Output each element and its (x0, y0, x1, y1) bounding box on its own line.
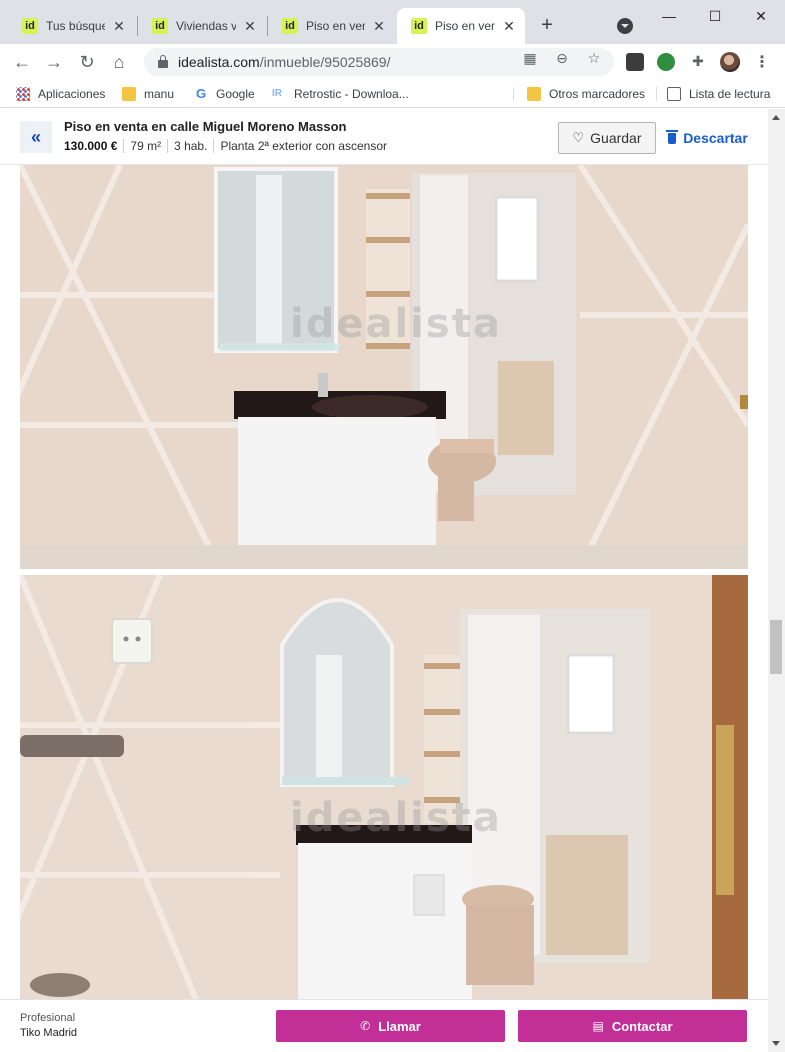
bookmark-divider (513, 87, 514, 101)
extensions-puzzle-icon[interactable]: ✚ (690, 53, 706, 69)
phone-icon: ✆ (360, 1019, 371, 1033)
spec-divider (167, 139, 169, 153)
browser-tab[interactable]: id Viviendas ve ✕ (138, 8, 266, 44)
tab-title: Viviendas ve (176, 19, 236, 33)
lock-icon[interactable] (158, 55, 168, 68)
save-label: Guardar (590, 130, 642, 146)
extension-icon[interactable] (657, 53, 675, 71)
close-tab-icon[interactable]: ✕ (501, 18, 517, 34)
bathroom-photo-image (20, 165, 748, 569)
page-content: « Piso en venta en calle Miguel Moreno M… (0, 109, 768, 1052)
scrollbar-thumb[interactable] (770, 620, 782, 674)
bookmarks-bar: Aplicaciones manu G Google IR Retrostic … (0, 80, 785, 108)
spec-divider (213, 139, 215, 153)
home-icon[interactable]: ⌂ (107, 50, 131, 74)
idealista-favicon-icon: id (411, 18, 427, 34)
close-tab-icon[interactable]: ✕ (111, 18, 127, 34)
listing-header: « Piso en venta en calle Miguel Moreno M… (0, 109, 768, 165)
discard-label: Descartar (683, 130, 748, 146)
close-tab-icon[interactable]: ✕ (242, 18, 258, 34)
qr-code-icon[interactable]: ▦ (522, 50, 538, 66)
close-tab-icon[interactable]: ✕ (371, 18, 387, 34)
bookmark-label: Otros marcadores (549, 87, 646, 101)
heart-icon: ♡ (572, 130, 585, 145)
browser-toolbar: ← → ↻ ⌂ idealista.com/inmueble/95025869/… (0, 44, 785, 80)
browser-tab[interactable]: id Tus búsqued ✕ (8, 8, 135, 44)
minimize-icon[interactable]: — (646, 4, 692, 28)
page-scrollbar[interactable] (768, 109, 785, 1052)
discard-button[interactable]: Descartar (666, 122, 750, 154)
browser-tab[interactable]: id Piso en vent ✕ (268, 8, 395, 44)
url-text[interactable]: idealista.com/inmueble/95025869/ (178, 54, 390, 70)
reload-icon[interactable]: ↻ (75, 50, 99, 74)
bookmark-apps[interactable]: Aplicaciones (16, 86, 105, 102)
scroll-down-icon[interactable] (772, 1041, 780, 1046)
url-path: /inmueble/95025869/ (259, 54, 391, 70)
call-label: Llamar (378, 1018, 421, 1034)
maximize-icon[interactable]: ☐ (692, 4, 738, 28)
idealista-favicon-icon: id (282, 18, 298, 34)
reading-list-icon (667, 87, 681, 101)
bookmark-label: Aplicaciones (38, 87, 106, 101)
listing-photo[interactable]: idealista (20, 165, 748, 569)
listing-photo[interactable]: idealista (20, 575, 748, 1009)
listing-floor: Planta 2ª exterior con ascensor (220, 139, 387, 153)
double-chevron-left-icon: « (30, 126, 41, 147)
bookmark-retrostic[interactable]: IR Retrostic - Downloa... (272, 86, 409, 102)
bookmark-star-icon[interactable]: ☆ (586, 50, 602, 66)
save-button[interactable]: ♡ Guardar (558, 122, 656, 154)
close-window-icon[interactable]: ✕ (738, 4, 784, 28)
listing-rooms: 3 hab. (174, 139, 208, 153)
idealista-favicon-icon: id (22, 18, 38, 34)
bookmark-label: manu (144, 87, 175, 101)
bookmark-label: Lista de lectura (689, 87, 771, 101)
tab-title: Tus búsqued (46, 19, 105, 33)
address-bar[interactable]: idealista.com/inmueble/95025869/ (144, 48, 614, 76)
url-host: idealista.com (178, 54, 260, 70)
apps-grid-icon (16, 87, 30, 101)
browser-tab-active[interactable]: id Piso en vent ✕ (397, 8, 525, 44)
listing-specs: 130.000 € 79 m² 3 hab. Planta 2ª exterio… (64, 139, 387, 153)
back-to-listing-button[interactable]: « (20, 121, 52, 153)
tab-title: Piso en vent (435, 19, 495, 33)
tab-search-icon[interactable] (617, 18, 633, 34)
contact-label: Contactar (611, 1018, 673, 1034)
bookmark-google[interactable]: G Google (194, 86, 255, 102)
bookmark-label: Google (216, 87, 255, 101)
bookmark-divider (656, 87, 657, 101)
contact-button[interactable]: ▤ Contactar (518, 1010, 747, 1042)
watermark-text: idealista (290, 795, 502, 841)
scroll-up-icon[interactable] (772, 115, 780, 120)
watermark-text: idealista (290, 301, 502, 347)
bookmark-reading-list[interactable]: Lista de lectura (667, 86, 770, 102)
listing-title: Piso en venta en calle Miguel Moreno Mas… (64, 119, 347, 134)
bookmark-manu[interactable]: manu (122, 86, 174, 102)
tab-title: Piso en vent (306, 19, 365, 33)
new-tab-plus-icon[interactable]: + (536, 14, 558, 36)
zoom-out-icon[interactable]: ⊖ (554, 50, 570, 66)
idealista-favicon-icon: id (152, 18, 168, 34)
tab-strip: id Tus búsqued ✕ id Viviendas ve ✕ id Pi… (0, 0, 785, 44)
call-button[interactable]: ✆ Llamar (276, 1010, 505, 1042)
browser-menu-icon[interactable]: ⋮ (754, 52, 770, 72)
forward-arrow-icon[interactable]: → (42, 50, 66, 74)
profile-avatar[interactable] (720, 52, 740, 72)
chat-icon: ▤ (592, 1019, 604, 1033)
spec-divider (123, 139, 125, 153)
folder-icon (122, 87, 136, 101)
listing-price: 130.000 € (64, 139, 118, 153)
agent-name[interactable]: Tiko Madrid (20, 1027, 77, 1039)
agent-type: Profesional (20, 1012, 76, 1024)
google-icon: G (195, 86, 207, 101)
trash-icon (666, 129, 679, 144)
bookmark-label: Retrostic - Downloa... (294, 87, 409, 101)
retrostic-icon: IR (272, 88, 282, 99)
back-arrow-icon[interactable]: ← (10, 50, 34, 74)
bathroom-photo-image (20, 575, 748, 1009)
listing-size: 79 m² (130, 139, 162, 153)
extension-icon[interactable] (626, 53, 644, 71)
folder-icon (527, 87, 541, 101)
contact-footer: Profesional Tiko Madrid ✆ Llamar ▤ Conta… (0, 999, 768, 1052)
bookmark-other[interactable]: Otros marcadores (527, 86, 645, 102)
